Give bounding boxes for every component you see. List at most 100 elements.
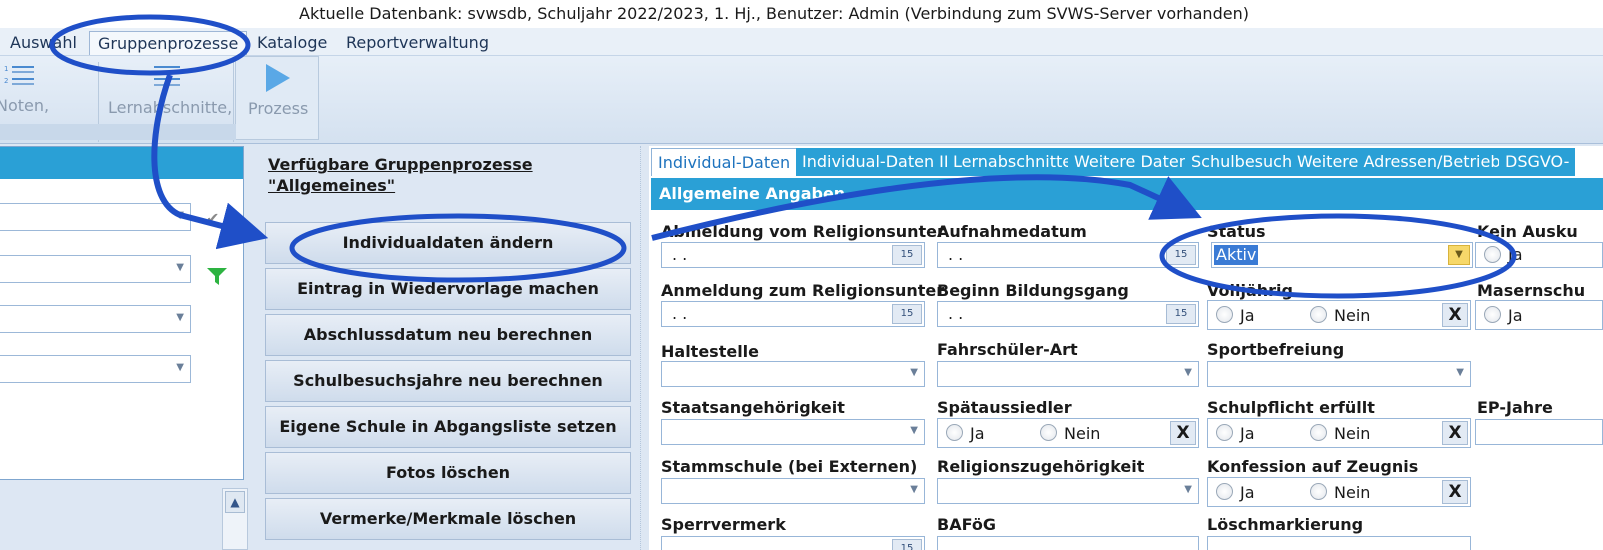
chevron-down-icon: ▼ — [910, 425, 918, 436]
group-process-panel: Verfügbare Gruppenprozesse "Allgemeines"… — [262, 146, 639, 550]
tab-schulbesuch[interactable]: Schulbesuch — [1185, 148, 1299, 176]
tab-weitere-adressen[interactable]: Weitere Adressen/Betriebe — [1291, 148, 1517, 176]
menu-reportverwaltung[interactable]: Reportverwaltung — [338, 31, 497, 55]
ribbon-prozess-label: Prozess — [248, 99, 309, 118]
religion-select[interactable]: ▼ — [937, 478, 1199, 504]
checkmark-icon[interactable]: ✔ — [206, 209, 219, 228]
radio-ja-label: Ja — [970, 424, 985, 443]
schulbesuchsjahre-button[interactable]: Schulbesuchsjahre neu berechnen — [265, 360, 631, 402]
chevron-down-icon: ▼ — [1184, 367, 1192, 378]
menu-gruppenprozesse[interactable]: Gruppenprozesse — [89, 31, 248, 55]
list-icon — [154, 66, 180, 86]
title-bar: Aktuelle Datenbank: svwsdb, Schuljahr 20… — [0, 0, 1603, 28]
group-process-heading-line2: "Allgemeines" — [268, 176, 396, 195]
tab-lernabschnitte[interactable]: Lernabschnitte — [947, 148, 1079, 176]
radio-ja[interactable] — [1216, 483, 1233, 500]
beginn-date-field[interactable]: . . 15 — [937, 301, 1199, 327]
label-ep-jahre: EP-Jahre — [1477, 398, 1553, 417]
abmeldung-date-field[interactable]: . . 15 — [661, 242, 925, 268]
calendar-icon[interactable]: 15 — [1166, 304, 1196, 324]
clear-button[interactable]: X — [1442, 421, 1468, 445]
radio-ja[interactable] — [1484, 306, 1501, 323]
filter-combo-1[interactable]: ▼ — [0, 203, 191, 231]
filter-combo-4[interactable]: ▼ — [0, 355, 191, 383]
chevron-down-icon: ▼ — [1456, 367, 1464, 378]
filter-combo-2[interactable]: ▼ — [0, 255, 191, 283]
wiedervorlage-button[interactable]: Eintrag in Wiedervorlage machen — [265, 268, 631, 310]
calendar-icon[interactable]: 15 — [1166, 245, 1196, 265]
menu-kataloge[interactable]: Kataloge — [249, 31, 335, 55]
radio-ja[interactable] — [1216, 424, 1233, 441]
anmeldung-date-field[interactable]: . . 15 — [661, 301, 925, 327]
vertical-scrollbar[interactable]: ▲ — [222, 488, 248, 550]
group-process-heading-line1: Verfügbare Gruppenprozesse — [268, 155, 533, 174]
radio-ja-label: Ja — [1240, 306, 1255, 325]
status-select[interactable]: Aktiv ▼ — [1211, 242, 1473, 268]
tab-weitere-daten[interactable]: Weitere Daten — [1068, 148, 1195, 176]
label-religion: Religionszugehörigkeit — [937, 457, 1145, 476]
loeschmarkierung-field[interactable] — [1207, 536, 1471, 550]
panel-splitter[interactable] — [640, 146, 648, 550]
clear-button[interactable]: X — [1442, 480, 1468, 504]
calendar-icon[interactable]: 15 — [892, 245, 922, 265]
fotos-loeschen-button[interactable]: Fotos löschen — [265, 452, 631, 494]
filter-combo-3[interactable]: ▼ — [0, 305, 191, 333]
calendar-icon[interactable]: 15 — [892, 304, 922, 324]
svg-text:1: 1 — [4, 65, 8, 73]
date-placeholder: . . — [948, 304, 964, 323]
ribbon-lernabschnitte-label: Lernabschnitte, — [108, 98, 233, 117]
vermerke-loeschen-button[interactable]: Vermerke/Merkmale löschen — [265, 498, 631, 540]
stammschule-select[interactable]: ▼ — [661, 478, 925, 504]
haltestelle-select[interactable]: ▼ — [661, 361, 925, 387]
menu-auswahl[interactable]: Auswahl — [2, 31, 85, 55]
filter-icon[interactable] — [206, 267, 228, 287]
ribbon-prozess-button[interactable]: Prozess — [235, 56, 319, 140]
radio-nein[interactable] — [1040, 424, 1057, 441]
radio-nein[interactable] — [1310, 424, 1327, 441]
date-placeholder: . . — [672, 245, 688, 264]
volljaehrig-radio-group: Ja Nein X — [1207, 300, 1471, 330]
play-icon — [266, 64, 290, 92]
radio-ja-label: Ja — [1508, 245, 1523, 264]
sportbefreiung-select[interactable]: ▼ — [1207, 361, 1471, 387]
menu-bar: Auswahl Gruppenprozesse Kataloge Reportv… — [0, 28, 1603, 56]
clear-button[interactable]: X — [1170, 421, 1196, 445]
scroll-up-icon[interactable]: ▲ — [225, 491, 245, 513]
tab-dsgvo[interactable]: DSGVO- — [1499, 148, 1576, 176]
bafoeg-field[interactable] — [937, 536, 1199, 550]
group-process-heading: Verfügbare Gruppenprozesse "Allgemeines" — [268, 154, 533, 196]
chevron-down-icon: ▼ — [910, 484, 918, 495]
radio-ja[interactable] — [1484, 246, 1501, 263]
status-value: Aktiv — [1214, 245, 1259, 265]
label-status: Status — [1207, 222, 1266, 241]
left-filter-panel: ▼ ▼ ▼ ▼ ✔ — [0, 146, 244, 480]
ep-jahre-input[interactable] — [1475, 419, 1603, 445]
radio-nein-label: Nein — [1334, 483, 1371, 502]
chevron-down-icon: ▼ — [910, 367, 918, 378]
label-aufnahmedatum: Aufnahmedatum — [937, 222, 1087, 241]
fahrschueler-select[interactable]: ▼ — [937, 361, 1199, 387]
chevron-down-icon[interactable]: ▼ — [1448, 245, 1470, 265]
radio-ja-label: Ja — [1240, 483, 1255, 502]
date-placeholder: . . — [672, 304, 688, 323]
clear-button[interactable]: X — [1442, 303, 1468, 327]
tab-individual-daten-1[interactable]: Individual-Daten I — [651, 148, 807, 176]
abgangsliste-button[interactable]: Eigene Schule in Abgangsliste setzen — [265, 406, 631, 448]
label-masernschutz: Masernschu — [1477, 281, 1586, 300]
label-konfession: Konfession auf Zeugnis — [1207, 457, 1419, 476]
radio-ja[interactable] — [946, 424, 963, 441]
abschlussdatum-button[interactable]: Abschlussdatum neu berechnen — [265, 314, 631, 356]
aufnahmedatum-date-field[interactable]: . . 15 — [937, 242, 1199, 268]
label-sportbefreiung: Sportbefreiung — [1207, 340, 1345, 359]
calendar-icon[interactable]: 15 — [892, 539, 922, 550]
tab-individual-daten-2[interactable]: Individual-Daten II — [796, 148, 955, 176]
radio-nein[interactable] — [1310, 483, 1327, 500]
left-panel-header — [0, 147, 243, 179]
individualdaten-aendern-button[interactable]: Individualdaten ändern — [265, 222, 631, 264]
label-spaetaussiedler: Spätaussiedler — [937, 398, 1072, 417]
radio-ja[interactable] — [1216, 306, 1233, 323]
radio-nein[interactable] — [1310, 306, 1327, 323]
sperrvermerk-field[interactable]: 15 — [661, 536, 925, 550]
ribbon: 1 2 Noten, sse Lernabschnitte, — [0, 56, 1603, 144]
staatsangehoerigkeit-select[interactable]: ▼ — [661, 419, 925, 445]
